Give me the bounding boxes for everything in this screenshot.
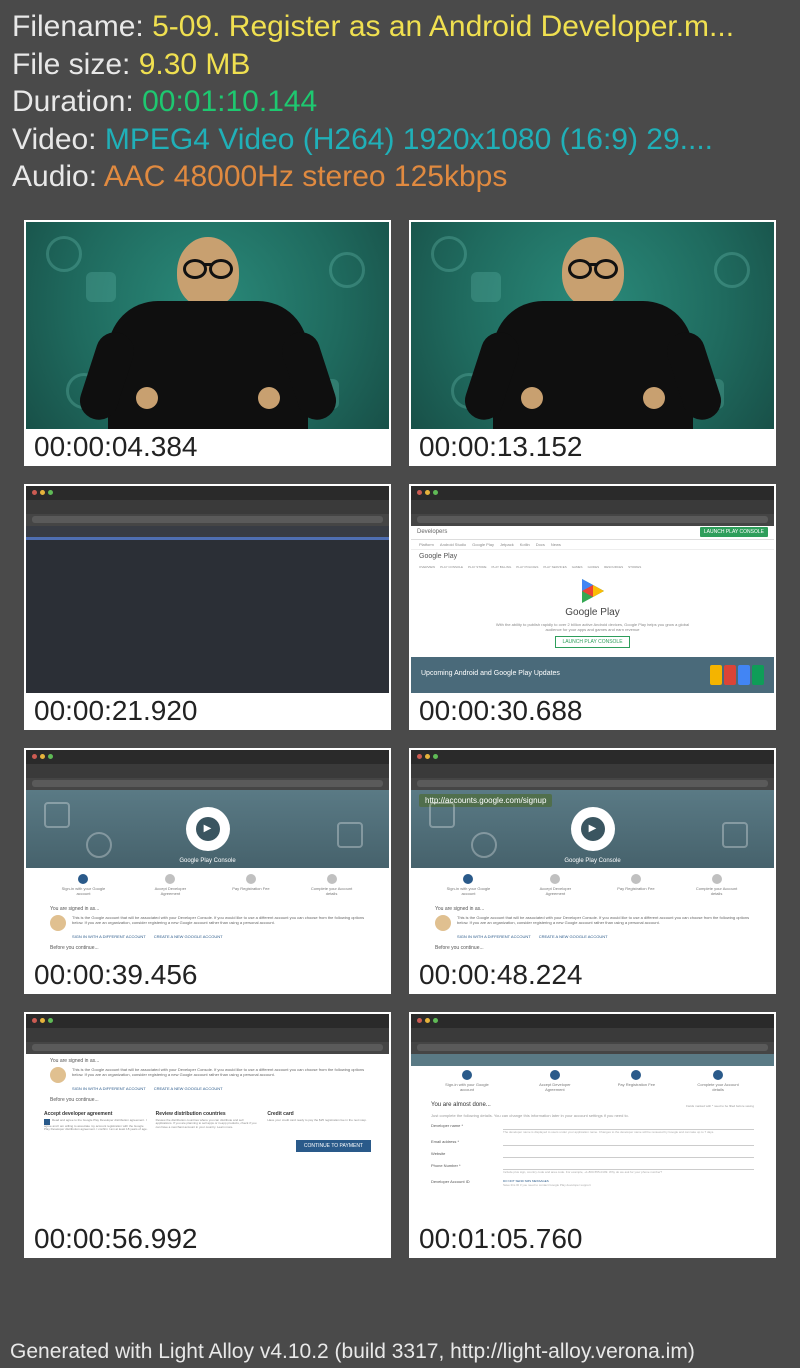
continue-button: CONTINUE TO PAYMENT [296, 1140, 371, 1152]
gp-nav: PlatformAndroid StudioGoogle PlayJetpack… [411, 540, 774, 550]
thumbnail-cell-5[interactable]: ▶ Google Play Console Sign-in with your … [24, 748, 391, 994]
thumbnail-cell-8[interactable]: Sign-in with your Google account Accept … [409, 1012, 776, 1258]
timestamp-4: 00:00:30.688 [411, 693, 774, 728]
play-console-icon: ▶ [571, 807, 615, 851]
gp-developers-label: Developers [417, 529, 447, 535]
timestamp-2: 00:00:13.152 [411, 429, 774, 464]
duration-row: Duration: 00:01:10.144 [12, 83, 788, 121]
pc-hero-label: Google Play Console [26, 858, 389, 864]
form-row: Developer Account ID DO NOT SEND SMS MES… [431, 1179, 754, 1187]
play-console-icon: ▶ [186, 807, 230, 851]
thumbnail-8: Sign-in with your Google account Accept … [411, 1014, 774, 1221]
form-row: Email address * [431, 1139, 754, 1146]
form-subtitle: Just complete the following details. You… [431, 1113, 754, 1118]
filename-label: Filename: [12, 10, 152, 43]
filesize-label: File size: [12, 48, 139, 81]
gp-card-title: Upcoming Android and Google Play Updates [421, 670, 560, 678]
audio-value: AAC 48000Hz stereo 125kbps [104, 160, 508, 193]
pc-links: SIGN IN WITH A DIFFERENT ACCOUNTCREATE A… [72, 1086, 365, 1091]
gp-section-title: Google Play [411, 550, 774, 563]
thumbnail-2 [411, 222, 774, 429]
thumbnail-6: http://accounts.google.com/signup ▶ Goog… [411, 750, 774, 957]
gp-launch-button: LAUNCH PLAY CONSOLE [700, 527, 768, 537]
duration-value: 00:01:10.144 [142, 85, 317, 118]
video-value: MPEG4 Video (H264) 1920x1080 (16:9) 29..… [105, 123, 713, 156]
thumbnail-7: You are signed in as... This is the Goog… [26, 1014, 389, 1221]
form-row: Phone Number * Include plus sign, countr… [431, 1163, 754, 1174]
pc-links: SIGN IN WITH A DIFFERENT ACCOUNTCREATE A… [72, 934, 365, 939]
timestamp-1: 00:00:04.384 [26, 429, 389, 464]
avatar [435, 915, 451, 931]
pc-desc: This is the Google account that will be … [457, 915, 750, 925]
pc-signedin-label: You are signed in as... [50, 906, 365, 912]
pc-before-label: Before you continue... [50, 945, 365, 951]
pc-signedin-label: You are signed in as... [50, 1058, 365, 1064]
thumbnail-4: Developers LAUNCH PLAY CONSOLE PlatformA… [411, 486, 774, 693]
pc-signedin-label: You are signed in as... [435, 906, 750, 912]
gp-card-art [710, 665, 764, 685]
filesize-value: 9.30 MB [139, 48, 251, 81]
pc-before-label: Before you continue... [435, 945, 750, 951]
timestamp-3: 00:00:21.920 [26, 693, 389, 728]
timestamp-7: 00:00:56.992 [26, 1221, 389, 1256]
gp-hero-button: LAUNCH PLAY CONSOLE [555, 636, 629, 648]
thumbnail-cell-2[interactable]: 00:00:13.152 [409, 220, 776, 466]
form-row: Website [431, 1151, 754, 1158]
pc-desc: This is the Google account that will be … [72, 1067, 365, 1077]
form-title: You are almost done... [431, 1102, 491, 1108]
pc-desc: This is the Google account that will be … [72, 915, 365, 925]
thumbnail-cell-7[interactable]: You are signed in as... This is the Goog… [24, 1012, 391, 1258]
timestamp-6: 00:00:48.224 [411, 957, 774, 992]
gp-hero-subtitle: With the ability to publish rapidly to o… [493, 622, 693, 632]
timestamp-8: 00:01:05.760 [411, 1221, 774, 1256]
pc-hero-label: Google Play Console [411, 858, 774, 864]
form-row: Developer name * The developer name is d… [431, 1123, 754, 1134]
avatar [50, 1067, 66, 1083]
thumbnail-cell-1[interactable]: 00:00:04.384 [24, 220, 391, 466]
file-info-block: Filename: 5-09. Register as an Android D… [0, 0, 800, 200]
thumbnail-5: ▶ Google Play Console Sign-in with your … [26, 750, 389, 957]
form-required-badge: Fields marked with * need to be filled b… [686, 1104, 754, 1108]
filename-row: Filename: 5-09. Register as an Android D… [12, 8, 788, 46]
thumbnail-cell-6[interactable]: http://accounts.google.com/signup ▶ Goog… [409, 748, 776, 994]
thumbnail-cell-3[interactable]: 00:00:21.920 [24, 484, 391, 730]
thumbnail-3 [26, 486, 389, 693]
video-row: Video: MPEG4 Video (H264) 1920x1080 (16:… [12, 121, 788, 159]
pc-steps: Sign-in with your Google account Accept … [411, 1066, 774, 1096]
gp-hero-title: Google Play [565, 607, 619, 618]
audio-label: Audio: [12, 160, 104, 193]
play-store-icon [582, 579, 604, 603]
thumbnail-cell-4[interactable]: Developers LAUNCH PLAY CONSOLE PlatformA… [409, 484, 776, 730]
three-column-section: Accept developer agreement Read and agre… [26, 1107, 389, 1137]
avatar [50, 915, 66, 931]
filename-value: 5-09. Register as an Android Developer.m… [152, 10, 734, 43]
filesize-row: File size: 9.30 MB [12, 46, 788, 84]
pc-before-label: Before you continue... [50, 1097, 365, 1103]
pc-links: SIGN IN WITH A DIFFERENT ACCOUNTCREATE A… [457, 934, 750, 939]
footer-generated-by: Generated with Light Alloy v4.10.2 (buil… [10, 1340, 695, 1364]
thumbnail-1 [26, 222, 389, 429]
duration-label: Duration: [12, 85, 142, 118]
video-label: Video: [12, 123, 105, 156]
pc-steps: Sign-in with your Google account Accept … [411, 868, 774, 902]
audio-row: Audio: AAC 48000Hz stereo 125kbps [12, 158, 788, 196]
pc-steps: Sign-in with your Google account Accept … [26, 868, 389, 902]
gp-subnav: OVERVIEWPLAY CONSOLEPLAY STOREPLAY BILLI… [411, 563, 774, 571]
timestamp-5: 00:00:39.456 [26, 957, 389, 992]
thumbnail-grid: 00:00:04.384 [0, 200, 800, 1266]
